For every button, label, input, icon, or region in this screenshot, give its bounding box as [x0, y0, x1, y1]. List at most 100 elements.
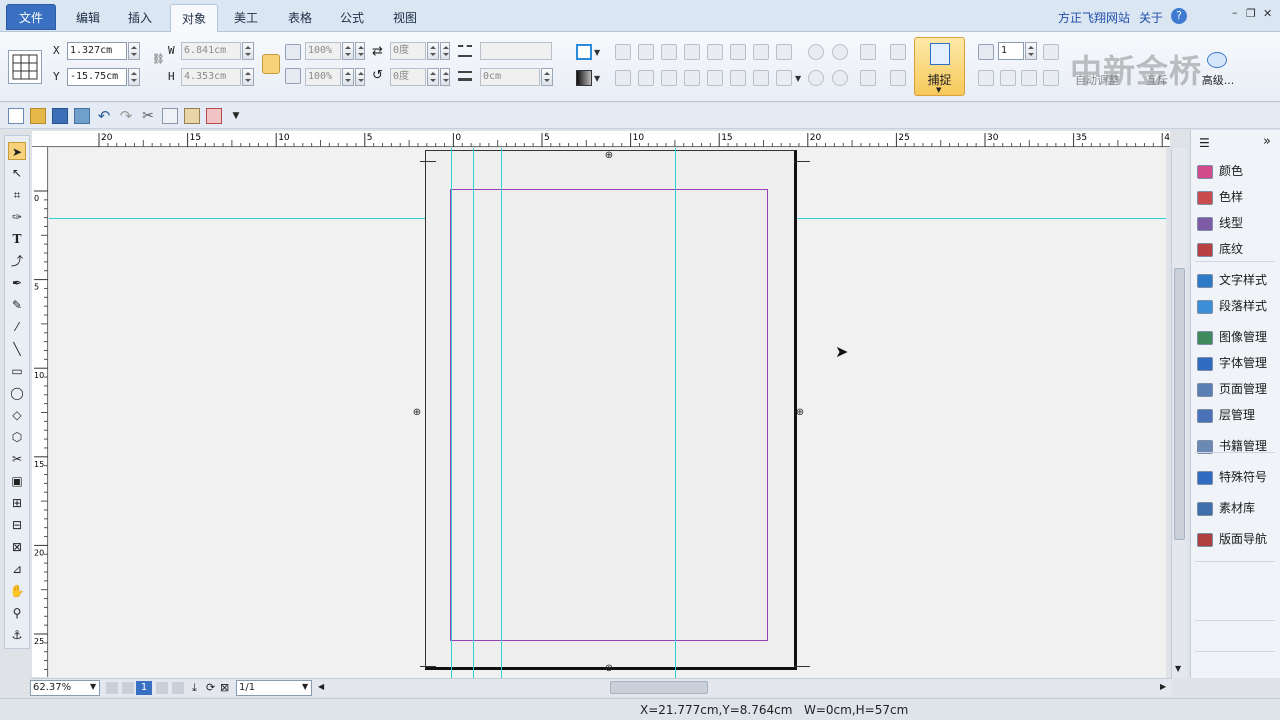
flip-icon[interactable]: ⇄	[372, 44, 383, 59]
dist-bottom-icon[interactable]	[730, 70, 746, 86]
scale-x-field[interactable]: 100%	[305, 42, 341, 60]
horizontal-ruler[interactable]: 20 15 10 5 0 5 10 15 20 25 30 35 40	[32, 131, 1243, 147]
column-guide-1[interactable]	[451, 148, 452, 678]
scale-h-icon[interactable]	[285, 44, 301, 60]
undo-icon[interactable]: ↶	[96, 108, 112, 124]
panel-item-paragraph-style[interactable]: 段落样式	[1197, 295, 1267, 317]
panel-item-line-type[interactable]: 线型	[1197, 212, 1243, 234]
vertical-scrollbar[interactable]: ▼	[1171, 148, 1187, 678]
page-select[interactable]: 1/1	[236, 680, 312, 696]
scroll-down-arrow[interactable]: ▼	[1175, 664, 1181, 673]
dist-center-icon[interactable]	[638, 70, 654, 86]
color-picker-tool-icon[interactable]: ⊿	[8, 560, 26, 578]
stroke-width-field[interactable]: 0cm	[480, 68, 540, 86]
pen-tool-icon[interactable]: ✒	[8, 274, 26, 292]
hand-tool-icon[interactable]: ✋	[8, 582, 26, 600]
h-stepper[interactable]	[242, 68, 254, 86]
panel-collapse-icon[interactable]: »	[1263, 134, 1271, 149]
column-a-icon[interactable]	[978, 70, 994, 86]
scale-v-icon[interactable]	[285, 68, 301, 84]
ungroup-icon[interactable]	[832, 44, 848, 60]
first-page-icon[interactable]	[106, 682, 118, 694]
column-guide-3[interactable]	[501, 148, 502, 678]
panel-item-image-manager[interactable]: 图像管理	[1197, 326, 1267, 348]
last-page-icon[interactable]	[172, 682, 184, 694]
eyedropper-tool-icon[interactable]: ⁄	[8, 318, 26, 336]
rotate-icon[interactable]: ↺	[372, 68, 383, 83]
redo-icon[interactable]: ↷	[118, 108, 134, 124]
panel-item-color[interactable]: 颜色	[1197, 160, 1243, 182]
anchor-tool-icon[interactable]: ⚓	[8, 626, 26, 644]
columns-field[interactable]: 1	[998, 42, 1024, 60]
site-link[interactable]: 方正飞翔网站	[1058, 9, 1130, 26]
align-top-icon[interactable]	[684, 44, 700, 60]
canvas[interactable]: ⊕ ⊕ ⊕ ⊕ ➤	[49, 148, 1166, 678]
next-page-icon[interactable]	[156, 682, 168, 694]
send-back-icon[interactable]	[890, 70, 906, 86]
scale-x-stepper[interactable]	[342, 42, 354, 60]
open-folder-icon[interactable]	[30, 108, 46, 124]
line-style-select[interactable]	[480, 42, 552, 60]
column-c-icon[interactable]	[1021, 70, 1037, 86]
scissors-tool-icon[interactable]: ✂	[8, 450, 26, 468]
scroll-right-arrow[interactable]: ▶	[1160, 682, 1166, 691]
pen-edit-tool-icon[interactable]: ✎	[8, 296, 26, 314]
panel-item-layout-nav[interactable]: 版面导航	[1197, 528, 1267, 550]
capture-button[interactable]: 捕捉 ▼	[914, 37, 965, 96]
copy-icon[interactable]	[162, 108, 178, 124]
panel-item-layer-manager[interactable]: 层管理	[1197, 404, 1255, 426]
diamond-tool-icon[interactable]: ◇	[8, 406, 26, 424]
scroll-left-arrow[interactable]: ◀	[318, 682, 324, 691]
space-v-icon[interactable]	[776, 70, 792, 86]
save-image-icon[interactable]	[74, 108, 90, 124]
rotate-stepper[interactable]	[427, 42, 439, 60]
qat-customize-dropdown[interactable]: ▼	[228, 108, 244, 124]
align-left-icon[interactable]	[615, 44, 631, 60]
panel-item-page-manager[interactable]: 页面管理	[1197, 378, 1267, 400]
refresh-icon[interactable]: ⟳	[206, 681, 215, 694]
y-field[interactable]: -15.75cm	[67, 68, 127, 86]
save-icon[interactable]	[52, 108, 68, 124]
stroke-width-stepper[interactable]	[541, 68, 553, 86]
page-number-button[interactable]: 1	[136, 681, 152, 695]
w-field[interactable]: 6.841cm	[181, 42, 241, 60]
scale-y-stepper[interactable]	[342, 68, 354, 86]
table-draw-tool-icon[interactable]: ⊟	[8, 516, 26, 534]
column-apply-icon[interactable]	[1043, 44, 1059, 60]
bring-front-icon[interactable]	[860, 70, 876, 86]
prev-page-icon[interactable]	[122, 682, 134, 694]
help-icon[interactable]: ?	[1171, 8, 1187, 24]
dist-right-icon[interactable]	[661, 70, 677, 86]
align-more-dropdown[interactable]: ▼	[795, 74, 801, 83]
table-pen-tool-icon[interactable]: ⊠	[8, 538, 26, 556]
tab-view[interactable]: 视图	[383, 4, 427, 32]
close-icon[interactable]: ✕	[1263, 7, 1272, 20]
about-link[interactable]: 关于	[1139, 9, 1163, 26]
line-tool-icon[interactable]: ╲	[8, 340, 26, 358]
cut-icon[interactable]: ✂	[140, 108, 156, 124]
zoom-dropdown-icon[interactable]: ▼	[90, 682, 96, 691]
column-guide-2[interactable]	[473, 148, 474, 678]
select-tool-icon[interactable]: ➤	[8, 142, 26, 160]
x-field[interactable]: 1.327cm	[67, 42, 127, 60]
dist-top-icon[interactable]	[684, 70, 700, 86]
skew-stepper[interactable]	[427, 68, 439, 86]
tab-formula[interactable]: 公式	[330, 4, 374, 32]
tab-edit[interactable]: 编辑	[66, 4, 110, 32]
zoom-tool-icon[interactable]: ⚲	[8, 604, 26, 622]
align-middle-icon[interactable]	[707, 44, 723, 60]
column-guide-4[interactable]	[675, 148, 676, 678]
proportion-lock-icon[interactable]	[262, 54, 280, 74]
fill-color-icon[interactable]	[576, 70, 592, 86]
panel-item-shading[interactable]: 底纹	[1197, 238, 1243, 260]
panel-item-swatch[interactable]: 色样	[1197, 186, 1243, 208]
panel-item-special-symbol[interactable]: 特殊符号	[1197, 466, 1267, 488]
tab-object[interactable]: 对象	[170, 4, 218, 32]
column-b-icon[interactable]	[1000, 70, 1016, 86]
merge-icon[interactable]	[808, 70, 824, 86]
panel-item-book-manager[interactable]: 书籍管理	[1197, 435, 1267, 457]
minimize-icon[interactable]: –	[1232, 6, 1238, 19]
rectangle-tool-icon[interactable]: ▭	[8, 362, 26, 380]
unlock-icon[interactable]	[890, 44, 906, 60]
columns-icon[interactable]	[978, 44, 994, 60]
